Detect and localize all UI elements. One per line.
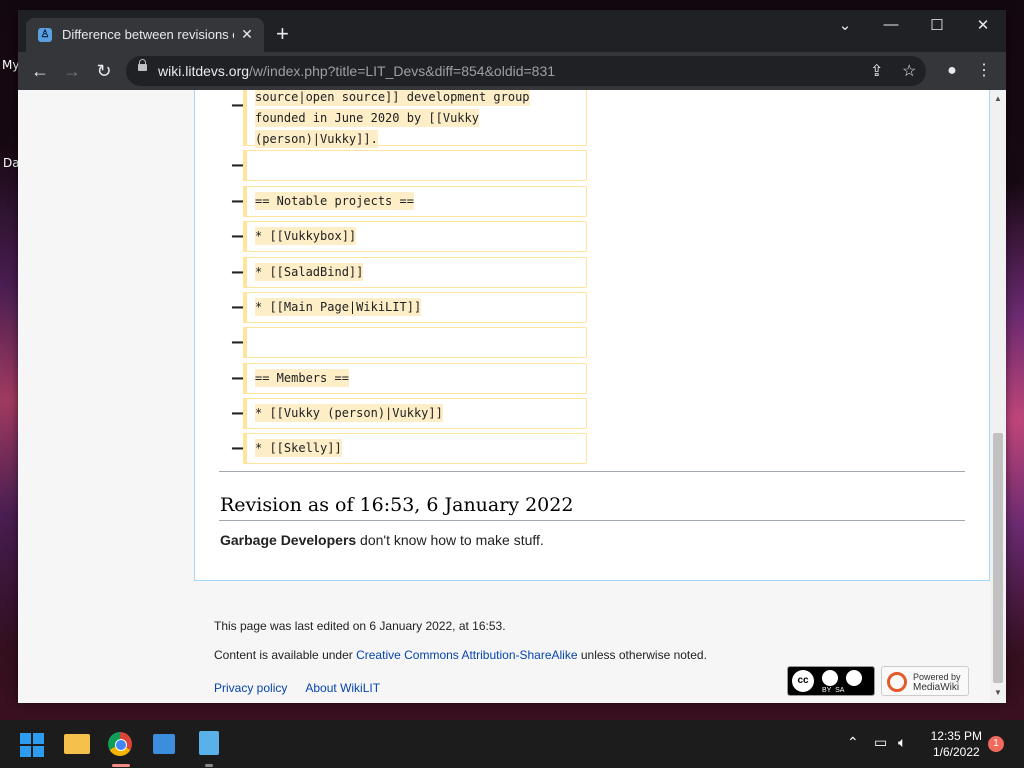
- system-clock[interactable]: 12:35 PM 1/6/2022: [931, 728, 982, 760]
- scroll-up-icon[interactable]: ▲: [990, 94, 1006, 103]
- lock-icon[interactable]: [138, 59, 147, 71]
- tab-close-icon[interactable]: ✕: [238, 25, 256, 43]
- network-icon[interactable]: ▭: [874, 734, 887, 751]
- tab-active[interactable]: ♙ Difference between revisions of "LIT D…: [26, 18, 264, 52]
- vertical-scrollbar[interactable]: ▲ ▼: [990, 90, 1006, 703]
- diff-deleted-line: * [[Vukky (person)|Vukky]]: [243, 398, 587, 429]
- diff-deleted-line: * [[Main Page|WikiLIT]]: [243, 292, 587, 323]
- close-window-button[interactable]: ✕: [967, 16, 999, 34]
- volume-icon[interactable]: 🔈︎: [898, 734, 906, 751]
- cc-badge-text: BY SA: [822, 687, 845, 694]
- new-tab-button[interactable]: +: [276, 23, 289, 45]
- mw-badge-line2: MediaWiki: [913, 682, 960, 693]
- revision-heading: Revision as of 16:53, 6 January 2022: [220, 494, 574, 516]
- diff-deleted-line: [243, 150, 587, 181]
- divider: [219, 471, 965, 472]
- divider: [219, 520, 965, 521]
- page-viewport: − source|open source]] development group…: [18, 90, 990, 703]
- forward-button[interactable]: →: [60, 61, 84, 81]
- tab-search-icon[interactable]: ⌄: [829, 16, 861, 34]
- diff-deleted-line: [243, 327, 587, 358]
- diff-deleted-line: == Notable projects ==: [243, 186, 587, 217]
- notification-badge[interactable]: 1: [988, 736, 1004, 752]
- privacy-policy-link[interactable]: Privacy policy: [214, 681, 287, 695]
- file-explorer-icon[interactable]: [64, 734, 90, 754]
- about-link[interactable]: About WikiLIT: [305, 681, 380, 695]
- browser-window: ♙ Difference between revisions of "LIT D…: [18, 10, 1006, 703]
- license-link[interactable]: Creative Commons Attribution-ShareAlike: [356, 648, 577, 662]
- tab-title: Difference between revisions of "LIT Dev…: [62, 27, 234, 42]
- maximize-button[interactable]: ☐: [921, 16, 953, 34]
- mw-badge-line1: Powered by: [913, 672, 961, 682]
- chrome-icon[interactable]: [108, 732, 132, 756]
- share-icon[interactable]: ⇪: [870, 61, 883, 81]
- wiki-favicon-icon: ♙: [38, 28, 52, 42]
- diff-deleted-line: == Members ==: [243, 363, 587, 394]
- clock-time: 12:35 PM: [930, 729, 982, 743]
- clock-date: 1/6/2022: [932, 745, 980, 759]
- running-app-indicator: [205, 764, 213, 767]
- active-app-indicator: [112, 764, 130, 767]
- mediawiki-flower-icon: [887, 672, 907, 692]
- reload-button[interactable]: ↻: [92, 61, 116, 81]
- footer-links: Privacy policy About WikiLIT: [214, 681, 380, 695]
- menu-kebab-icon[interactable]: ⋮: [972, 61, 996, 81]
- url-text[interactable]: wiki.litdevs.org/w/index.php?title=LIT_D…: [158, 63, 555, 79]
- browser-toolbar: ← → ↻ wiki.litdevs.org/w/index.php?title…: [18, 52, 1006, 90]
- address-bar[interactable]: wiki.litdevs.org/w/index.php?title=LIT_D…: [126, 56, 926, 86]
- start-windows-icon[interactable]: [20, 733, 44, 757]
- by-icon: [822, 670, 838, 686]
- cc-icon: cc: [792, 670, 814, 692]
- tab-strip: ♙ Difference between revisions of "LIT D…: [18, 10, 1006, 52]
- notepad-icon[interactable]: [199, 731, 219, 755]
- diff-deleted-line: * [[Vukkybox]]: [243, 221, 587, 252]
- store-icon[interactable]: [153, 734, 175, 754]
- license-text: Content is available under Creative Comm…: [214, 648, 707, 662]
- profile-icon[interactable]: ●: [940, 61, 964, 81]
- diff-deleted-line: * [[Skelly]]: [243, 433, 587, 464]
- scroll-down-icon[interactable]: ▼: [990, 688, 1006, 697]
- back-button[interactable]: ←: [28, 61, 52, 81]
- sa-icon: [846, 670, 862, 686]
- last-edited-text: This page was last edited on 6 January 2…: [214, 619, 506, 633]
- desktop-icon-label[interactable]: My: [2, 58, 19, 72]
- scroll-thumb[interactable]: [993, 433, 1003, 683]
- minimize-button[interactable]: —: [875, 16, 907, 33]
- revision-content: Garbage Developers don't know how to mak…: [220, 532, 544, 548]
- taskbar: ⌃ ▭ 🔈︎ 12:35 PM 1/6/2022 1: [0, 720, 1024, 768]
- bookmark-star-icon[interactable]: ☆: [902, 61, 916, 81]
- diff-deleted-line: source|open source]] development group f…: [243, 90, 587, 148]
- tray-chevron-icon[interactable]: ⌃: [847, 734, 859, 751]
- diff-deleted-line: * [[SaladBind]]: [243, 257, 587, 288]
- cc-by-sa-badge[interactable]: cc BY SA: [787, 666, 875, 696]
- wiki-content: − source|open source]] development group…: [194, 90, 990, 581]
- mediawiki-badge[interactable]: Powered by MediaWiki: [881, 666, 969, 696]
